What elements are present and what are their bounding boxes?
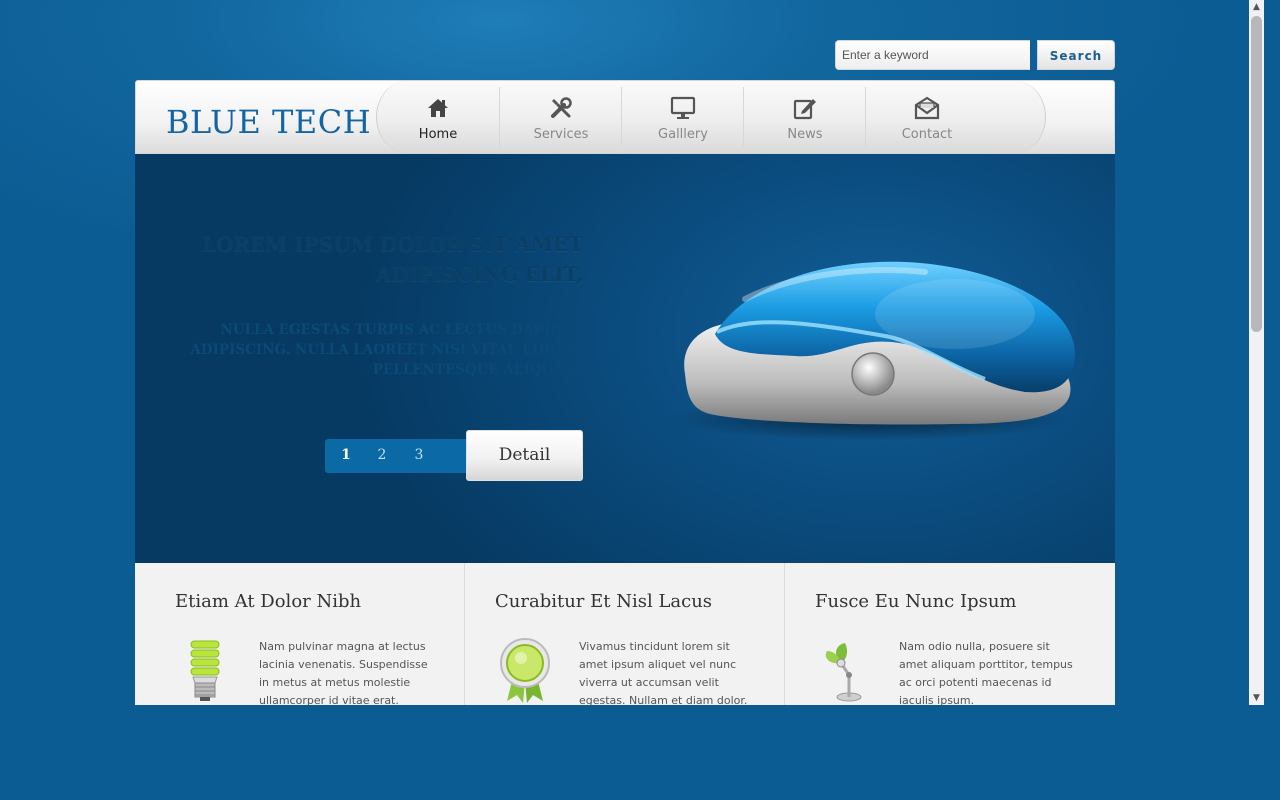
award-badge-icon bbox=[500, 638, 550, 703]
computer-mouse-image bbox=[670, 261, 1075, 441]
scrollbar-thumb[interactable] bbox=[1251, 16, 1262, 332]
detail-button[interactable]: Detail bbox=[466, 430, 583, 481]
hero-slider: LOREM IPSUM DOLOR SIT AMET ADIPISCING EL… bbox=[135, 154, 1115, 563]
feature-column: Etiam At Dolor Nibh Nam pulvinar magna a… bbox=[135, 563, 455, 705]
vertical-scrollbar[interactable]: ▲ ▼ bbox=[1249, 0, 1264, 705]
feature-title[interactable]: Etiam At Dolor Nibh bbox=[175, 591, 361, 612]
nav-label-services: Services bbox=[533, 127, 589, 142]
nav-label-contact: Contact bbox=[901, 127, 953, 142]
nav-label-news: News bbox=[787, 127, 823, 142]
nav-item-news[interactable]: News bbox=[743, 87, 866, 147]
feature-column: Curabitur Et Nisl Lacus Vivamus tincidun… bbox=[464, 563, 785, 705]
page-viewport: Enter a keyword Search BLUE TECH Home Se… bbox=[0, 0, 1249, 705]
search-input[interactable]: Enter a keyword bbox=[835, 40, 1030, 70]
envelope-icon bbox=[914, 96, 940, 120]
nav-item-contact[interactable]: Contact bbox=[865, 87, 988, 147]
edit-icon bbox=[793, 99, 816, 120]
feature-title[interactable]: Curabitur Et Nisl Lacus bbox=[495, 591, 712, 612]
feature-column: Fusce Eu Nunc Ipsum Nam odio nulla, posu… bbox=[784, 563, 1105, 705]
home-icon bbox=[428, 99, 448, 117]
desk-lamp-icon bbox=[825, 643, 862, 702]
features-section: Etiam At Dolor Nibh Nam pulvinar magna a… bbox=[135, 563, 1115, 705]
site-header: BLUE TECH Home Services Galllery News Co… bbox=[135, 80, 1115, 154]
scroll-up-arrow-icon[interactable]: ▲ bbox=[1249, 0, 1264, 14]
search-box: Enter a keyword Search bbox=[835, 40, 1115, 70]
pager-page-2[interactable]: 2 bbox=[368, 439, 396, 473]
feature-text: Vivamus tincidunt lorem sit amet ipsum a… bbox=[579, 640, 748, 705]
hero-title: LOREM IPSUM DOLOR SIT AMET ADIPISCING EL… bbox=[201, 232, 583, 286]
search-button[interactable]: Search bbox=[1037, 40, 1115, 70]
scroll-down-arrow-icon[interactable]: ▼ bbox=[1249, 691, 1264, 705]
feature-title[interactable]: Fusce Eu Nunc Ipsum bbox=[815, 591, 1017, 612]
nav-item-services[interactable]: Services bbox=[499, 87, 622, 147]
nav-item-home[interactable]: Home bbox=[377, 87, 499, 147]
site-logo[interactable]: BLUE TECH bbox=[166, 103, 371, 141]
hero-text: NULLA EGESTAS TURPIS AC LECTUS DAPIBUS A… bbox=[190, 322, 583, 378]
main-nav: Home Services Galllery News Contact bbox=[376, 81, 1046, 153]
nav-item-gallery[interactable]: Galllery bbox=[621, 87, 744, 147]
feature-text: Nam pulvinar magna at lectus lacinia ven… bbox=[259, 640, 428, 705]
light-bulb-icon bbox=[190, 640, 220, 701]
pager-page-1[interactable]: 1 bbox=[332, 439, 360, 473]
feature-text: Nam odio nulla, posuere sit amet aliquam… bbox=[899, 640, 1073, 705]
tools-icon bbox=[551, 97, 572, 118]
slide-pager: 1 2 3 bbox=[325, 439, 475, 473]
pager-page-3[interactable]: 3 bbox=[405, 439, 433, 473]
monitor-icon bbox=[670, 96, 696, 119]
nav-label-gallery: Galllery bbox=[658, 127, 708, 142]
nav-label-home: Home bbox=[418, 127, 458, 142]
